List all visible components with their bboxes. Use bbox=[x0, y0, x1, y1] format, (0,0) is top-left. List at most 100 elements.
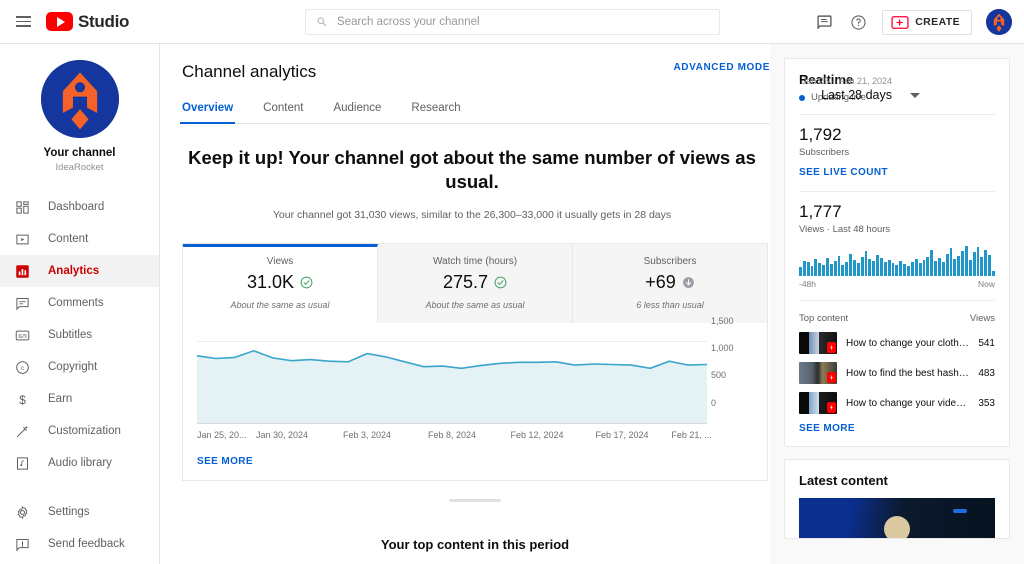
realtime-bar bbox=[907, 266, 910, 276]
sidebar-bottom-nav: Settings Send feedback bbox=[0, 496, 159, 564]
feedback-icon[interactable] bbox=[814, 12, 834, 32]
see-more-chart-link[interactable]: SEE MORE bbox=[183, 454, 253, 480]
tab-content[interactable]: Content bbox=[263, 102, 303, 123]
metric-card-watch-time[interactable]: Watch time (hours) 275.7 About the same … bbox=[378, 244, 573, 323]
youtube-play-icon bbox=[46, 12, 73, 31]
sidebar-item-analytics[interactable]: Analytics bbox=[0, 255, 159, 287]
list-item[interactable]: How to change your clothin... 541 bbox=[799, 332, 995, 354]
metric-value: 275.7 bbox=[443, 272, 488, 293]
video-views: 541 bbox=[978, 338, 995, 349]
chevron-down-icon[interactable] bbox=[910, 93, 920, 98]
realtime-bar bbox=[834, 261, 837, 276]
chart-y-axis: 1,500 1,000 500 0 bbox=[711, 316, 771, 412]
realtime-bar bbox=[872, 261, 875, 276]
realtime-bar bbox=[919, 263, 922, 276]
x-tick: Feb 3, 2024 bbox=[343, 430, 391, 440]
realtime-bar bbox=[946, 254, 949, 277]
realtime-bar bbox=[822, 265, 825, 276]
realtime-bar bbox=[992, 271, 995, 276]
realtime-bar bbox=[930, 250, 933, 276]
avatar[interactable] bbox=[986, 9, 1012, 35]
realtime-bar bbox=[938, 258, 941, 276]
metric-tabs: Views 31.0K About the same as usual bbox=[183, 244, 767, 323]
realtime-bar bbox=[895, 265, 898, 276]
sidebar-item-label: Dashboard bbox=[48, 201, 104, 213]
date-range-picker[interactable]: Jan 25 – Feb 21, 2024 Last 28 days bbox=[720, 76, 920, 102]
search-input[interactable] bbox=[337, 10, 709, 34]
subtitles-icon bbox=[14, 327, 31, 344]
sidebar-item-audio-library[interactable]: Audio library bbox=[0, 447, 159, 479]
latest-content-card: Latest content bbox=[784, 459, 1010, 539]
analytics-column: Channel analytics ADVANCED MODE Overview… bbox=[160, 44, 770, 564]
metric-card-views[interactable]: Views 31.0K About the same as usual bbox=[183, 244, 378, 323]
latest-video-thumbnail[interactable] bbox=[799, 498, 995, 538]
realtime-bar bbox=[988, 255, 991, 276]
realtime-bar bbox=[880, 258, 883, 276]
y-tick: 1,500 bbox=[711, 316, 734, 326]
top-content-title: Your top content in this period bbox=[182, 537, 768, 552]
realtime-bar-chart[interactable] bbox=[799, 246, 995, 276]
realtime-bar bbox=[915, 259, 918, 276]
sidebar-item-dashboard[interactable]: Dashboard bbox=[0, 191, 159, 223]
realtime-bar bbox=[814, 259, 817, 276]
metric-value-row: 31.0K bbox=[189, 272, 371, 293]
create-button[interactable]: CREATE bbox=[882, 10, 972, 35]
sidebar-item-label: Content bbox=[48, 233, 88, 245]
resize-handle[interactable] bbox=[182, 499, 768, 502]
sidebar-item-content[interactable]: Content bbox=[0, 223, 159, 255]
headline: Keep it up! Your channel got about the s… bbox=[182, 146, 762, 195]
hamburger-icon[interactable] bbox=[0, 16, 46, 27]
list-item[interactable]: How to find the best hashta... 483 bbox=[799, 362, 995, 384]
realtime-bar bbox=[903, 264, 906, 276]
sidebar-item-earn[interactable]: $ Earn bbox=[0, 383, 159, 415]
see-live-count-link[interactable]: SEE LIVE COUNT bbox=[799, 167, 888, 178]
metric-note: About the same as usual bbox=[384, 300, 566, 310]
check-circle-icon bbox=[300, 276, 313, 289]
tab-audience[interactable]: Audience bbox=[333, 102, 381, 123]
chart-plot[interactable] bbox=[197, 341, 707, 423]
see-more-top-content-link[interactable]: SEE MORE bbox=[799, 423, 855, 434]
bar-axis-left: -48h bbox=[799, 279, 816, 289]
chart-series bbox=[197, 341, 707, 423]
sidebar-item-label: Audio library bbox=[48, 457, 112, 469]
metric-value-row: +69 bbox=[579, 272, 761, 293]
help-icon[interactable] bbox=[848, 12, 868, 32]
realtime-bar bbox=[818, 263, 821, 276]
realtime-bar bbox=[911, 262, 914, 276]
channel-block[interactable]: Your channel IdeaRocket bbox=[0, 54, 159, 183]
studio-logo[interactable]: Studio bbox=[46, 12, 129, 32]
customization-icon bbox=[14, 423, 31, 440]
sidebar-item-customization[interactable]: Customization bbox=[0, 415, 159, 447]
bar-axis-right: Now bbox=[978, 279, 995, 289]
video-thumbnail bbox=[799, 392, 837, 414]
metric-label: Watch time (hours) bbox=[384, 256, 566, 267]
search-box[interactable] bbox=[305, 9, 720, 35]
tab-overview[interactable]: Overview bbox=[182, 102, 233, 123]
sidebar-item-settings[interactable]: Settings bbox=[0, 496, 159, 528]
list-item[interactable]: How to change your video ... 353 bbox=[799, 392, 995, 414]
date-range-span: Jan 25 – Feb 21, 2024 bbox=[802, 76, 892, 86]
realtime-bar bbox=[857, 263, 860, 276]
sidebar-item-comments[interactable]: Comments bbox=[0, 287, 159, 319]
sidebar-item-send-feedback[interactable]: Send feedback bbox=[0, 528, 159, 560]
advanced-mode-link[interactable]: ADVANCED MODE bbox=[673, 62, 770, 73]
realtime-bar bbox=[838, 256, 841, 276]
realtime-bar bbox=[888, 260, 891, 276]
realtime-bar bbox=[942, 262, 945, 276]
realtime-bar bbox=[977, 247, 980, 276]
create-label: CREATE bbox=[915, 16, 960, 28]
x-tick: Feb 12, 2024 bbox=[510, 430, 563, 440]
top-content-header-row: Top content Views bbox=[799, 313, 995, 324]
sidebar-item-subtitles[interactable]: Subtitles bbox=[0, 319, 159, 351]
tab-research[interactable]: Research bbox=[411, 102, 460, 123]
realtime-bar bbox=[923, 260, 926, 276]
channel-name: Your channel bbox=[44, 147, 116, 159]
sidebar-item-copyright[interactable]: c Copyright bbox=[0, 351, 159, 383]
svg-text:$: $ bbox=[19, 392, 26, 406]
realtime-subscribers-value: 1,792 bbox=[799, 125, 995, 145]
metric-card-subscribers[interactable]: Subscribers +69 6 less than usual bbox=[573, 244, 767, 323]
realtime-bar bbox=[892, 263, 895, 276]
top-content-header: Top content bbox=[799, 313, 848, 324]
channel-handle: IdeaRocket bbox=[55, 162, 103, 173]
realtime-bar bbox=[973, 252, 976, 276]
